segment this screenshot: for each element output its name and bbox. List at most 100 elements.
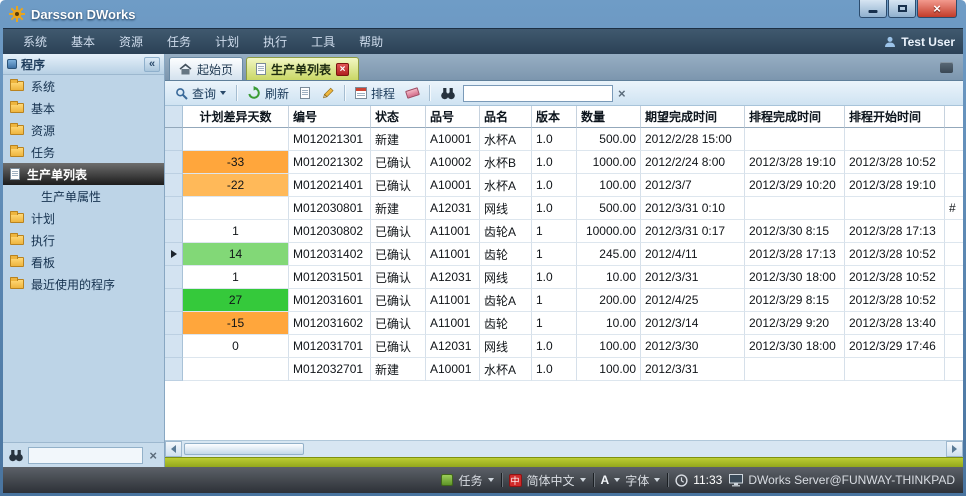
sidebar-item[interactable]: 资源 bbox=[3, 119, 164, 141]
cell[interactable]: 网线 bbox=[480, 197, 532, 220]
table-row[interactable]: -15M012031602已确认A11001齿轮110.002012/3/142… bbox=[165, 312, 963, 335]
sidebar-item[interactable]: 任务 bbox=[3, 141, 164, 163]
cell[interactable]: 1.0 bbox=[532, 335, 577, 358]
cell[interactable]: 1 bbox=[532, 243, 577, 266]
sidebar-item[interactable]: 生产单属性 bbox=[3, 185, 164, 207]
cell[interactable] bbox=[745, 197, 845, 220]
cell[interactable]: 0 bbox=[183, 335, 289, 358]
cell[interactable]: 14 bbox=[183, 243, 289, 266]
cell[interactable]: 已确认 bbox=[371, 289, 426, 312]
column-header[interactable]: 数量 bbox=[577, 106, 641, 128]
cell[interactable]: 水杯B bbox=[480, 151, 532, 174]
cell[interactable]: 2012/3/31 0:10 bbox=[641, 197, 745, 220]
cell[interactable]: A11001 bbox=[426, 289, 480, 312]
cell[interactable]: M012032701 bbox=[289, 358, 371, 381]
menu-item[interactable]: 帮助 bbox=[347, 29, 395, 54]
cell[interactable]: A10001 bbox=[426, 174, 480, 197]
cell[interactable]: 1 bbox=[183, 266, 289, 289]
cell[interactable]: 27 bbox=[183, 289, 289, 312]
sidebar-collapse-button[interactable]: « bbox=[144, 57, 160, 72]
cell[interactable] bbox=[745, 128, 845, 151]
cell[interactable]: 齿轮A bbox=[480, 289, 532, 312]
cell[interactable]: 2012/3/28 10:52 bbox=[845, 266, 945, 289]
row-selector[interactable] bbox=[165, 312, 183, 335]
cell[interactable]: 2012/3/28 17:13 bbox=[745, 243, 845, 266]
sidebar-item[interactable]: 系统 bbox=[3, 75, 164, 97]
cell[interactable]: 新建 bbox=[371, 197, 426, 220]
query-button[interactable]: 查询 bbox=[171, 83, 230, 104]
cell[interactable]: 2012/3/31 0:17 bbox=[641, 220, 745, 243]
scroll-right-button[interactable] bbox=[946, 441, 963, 457]
cell[interactable]: 100.00 bbox=[577, 335, 641, 358]
cell[interactable]: 2012/3/30 18:00 bbox=[745, 335, 845, 358]
cell[interactable]: 10.00 bbox=[577, 312, 641, 335]
cell[interactable]: 已确认 bbox=[371, 266, 426, 289]
grid-corner[interactable] bbox=[165, 106, 183, 128]
cell[interactable]: 1.0 bbox=[532, 128, 577, 151]
cell[interactable]: 2012/3/29 8:15 bbox=[745, 289, 845, 312]
column-header[interactable]: 计划差异天数 bbox=[183, 106, 289, 128]
toolbar-search-input[interactable] bbox=[463, 85, 613, 102]
cell[interactable]: # bbox=[945, 197, 963, 220]
table-row[interactable]: M012030801新建A12031网线1.0500.002012/3/31 0… bbox=[165, 197, 963, 220]
column-header[interactable]: 期望完成时间 bbox=[641, 106, 745, 128]
cell[interactable] bbox=[183, 358, 289, 381]
cell[interactable] bbox=[845, 358, 945, 381]
cell[interactable]: A11001 bbox=[426, 220, 480, 243]
menu-item[interactable]: 执行 bbox=[251, 29, 299, 54]
find-button[interactable] bbox=[436, 85, 460, 102]
cell[interactable]: 齿轮 bbox=[480, 312, 532, 335]
cell[interactable]: 1.0 bbox=[532, 266, 577, 289]
title-bar[interactable]: Darsson DWorks × bbox=[3, 0, 963, 28]
cell[interactable]: 2012/3/29 10:20 bbox=[745, 174, 845, 197]
cell[interactable] bbox=[945, 243, 963, 266]
cell[interactable]: A10001 bbox=[426, 128, 480, 151]
cell[interactable] bbox=[945, 266, 963, 289]
table-row[interactable]: -33M012021302已确认A10002水杯B1.01000.002012/… bbox=[165, 151, 963, 174]
window-list-icon[interactable] bbox=[940, 62, 953, 73]
status-task-dropdown[interactable]: 任务 bbox=[441, 472, 493, 489]
table-row[interactable]: 27M012031601已确认A11001齿轮A1200.002012/4/25… bbox=[165, 289, 963, 312]
cell[interactable]: 2012/3/28 19:10 bbox=[745, 151, 845, 174]
status-language-dropdown[interactable]: 中 简体中文 bbox=[509, 472, 586, 489]
minimize-button[interactable] bbox=[859, 0, 887, 18]
cell[interactable]: -15 bbox=[183, 312, 289, 335]
sidebar-search-clear-icon[interactable]: × bbox=[147, 449, 159, 462]
cell[interactable]: -33 bbox=[183, 151, 289, 174]
edit-button[interactable] bbox=[317, 85, 338, 102]
cell[interactable]: 2012/3/31 bbox=[641, 266, 745, 289]
cell[interactable]: 100.00 bbox=[577, 358, 641, 381]
cell[interactable]: 2012/3/7 bbox=[641, 174, 745, 197]
cell[interactable]: M012021302 bbox=[289, 151, 371, 174]
cell[interactable]: M012031601 bbox=[289, 289, 371, 312]
cell[interactable]: 10000.00 bbox=[577, 220, 641, 243]
cell[interactable]: 1 bbox=[183, 220, 289, 243]
cell[interactable]: 2012/3/14 bbox=[641, 312, 745, 335]
cell[interactable]: M012021401 bbox=[289, 174, 371, 197]
cell[interactable]: 水杯A bbox=[480, 128, 532, 151]
cell[interactable]: 2012/4/25 bbox=[641, 289, 745, 312]
cell[interactable]: 1 bbox=[532, 220, 577, 243]
row-selector[interactable] bbox=[165, 128, 183, 151]
column-header[interactable] bbox=[945, 106, 963, 128]
table-row[interactable]: 0M012031701已确认A12031网线1.0100.002012/3/30… bbox=[165, 335, 963, 358]
cell[interactable]: 10.00 bbox=[577, 266, 641, 289]
table-row[interactable]: M012021301新建A10001水杯A1.0500.002012/2/28 … bbox=[165, 128, 963, 151]
cell[interactable]: 1.0 bbox=[532, 358, 577, 381]
cell[interactable]: 500.00 bbox=[577, 128, 641, 151]
cell[interactable]: 2012/3/28 13:40 bbox=[845, 312, 945, 335]
cell[interactable]: A12031 bbox=[426, 266, 480, 289]
cell[interactable]: 2012/3/30 18:00 bbox=[745, 266, 845, 289]
cell[interactable] bbox=[945, 312, 963, 335]
cell[interactable]: -22 bbox=[183, 174, 289, 197]
schedule-button[interactable]: 排程 bbox=[351, 83, 399, 104]
sidebar-item[interactable]: 计划 bbox=[3, 207, 164, 229]
row-selector[interactable] bbox=[165, 220, 183, 243]
sidebar-item[interactable]: 生产单列表 bbox=[3, 163, 164, 185]
cell[interactable] bbox=[845, 128, 945, 151]
cell[interactable]: 水杯A bbox=[480, 358, 532, 381]
cell[interactable]: 100.00 bbox=[577, 174, 641, 197]
cell[interactable]: 已确认 bbox=[371, 312, 426, 335]
table-row[interactable]: -22M012021401已确认A10001水杯A1.0100.002012/3… bbox=[165, 174, 963, 197]
menu-item[interactable]: 资源 bbox=[107, 29, 155, 54]
